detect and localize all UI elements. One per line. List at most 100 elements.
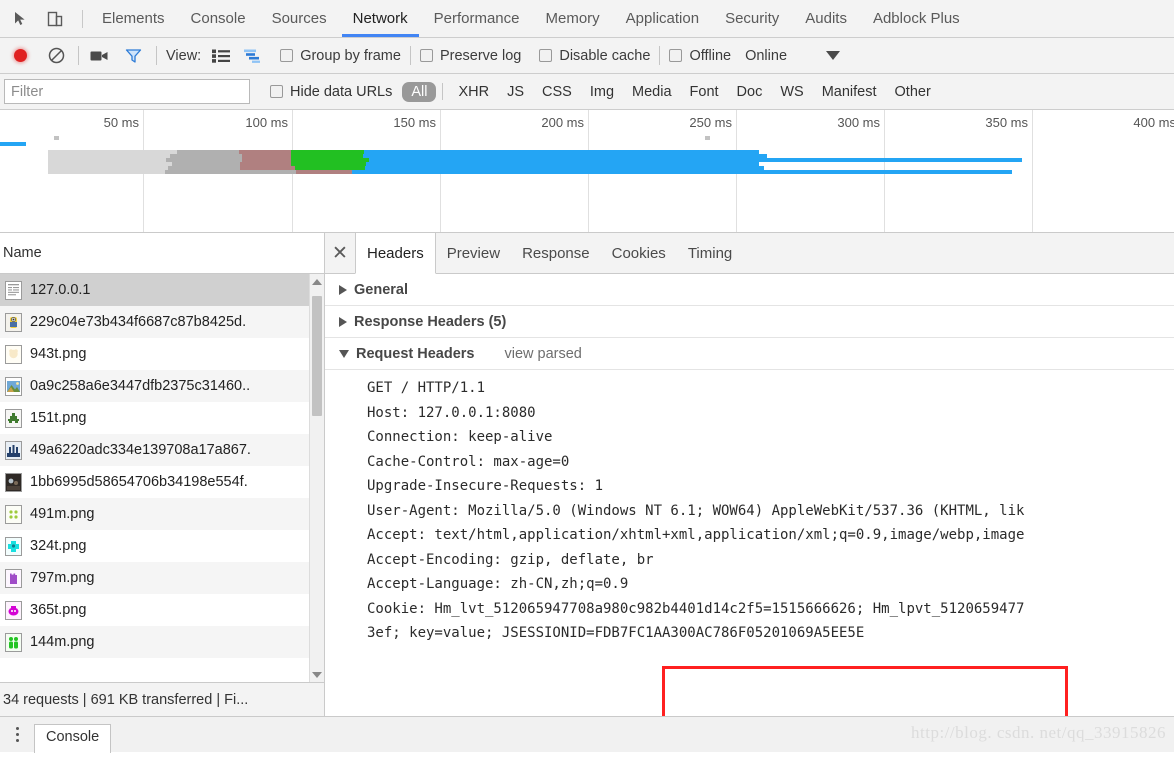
group-by-frame-checkbox[interactable]: Group by frame [280,48,401,64]
detail-tab-headers[interactable]: Headers [355,233,436,274]
request-row[interactable]: 1bb6995d58654706b34198e554f. [0,466,324,498]
request-summary-status: 34 requests | 691 KB transferred | Fi... [0,682,324,716]
header-line: Cache-Control: max-age=0 [367,453,570,470]
request-summary-text: 34 requests | 691 KB transferred | Fi... [3,691,249,708]
network-overview-timeline[interactable]: 50 ms 100 ms 150 ms 200 ms 250 ms 300 ms 350 m… [0,110,1174,233]
section-response-headers-title: Response Headers (5) [354,313,507,330]
checkbox-box [419,49,433,62]
request-row[interactable]: 0a9c258a6e3447dfb2375c31460.. [0,370,324,402]
raw-request-headers[interactable]: GET / HTTP/1.1 Host: 127.0.0.1:8080 Connec… [325,370,1174,646]
scroll-down-arrow-icon[interactable] [310,667,324,682]
camera-icon [90,51,107,60]
tab-elements[interactable]: Elements [89,0,178,37]
type-filter-other[interactable]: Other [886,82,940,102]
capture-screenshots-button[interactable] [88,45,110,67]
request-row[interactable]: 49a6220adc334e139708a17a867. [0,434,324,466]
section-response-headers[interactable]: Response Headers (5) [325,306,1174,338]
throttling-dropdown-button[interactable] [822,45,844,67]
tab-memory-label: Memory [545,10,600,27]
detail-tab-headers-label: Headers [367,244,424,262]
network-main-area: Name 127.0.0.1 229c04e73b434f6687c87b8425… [0,233,1174,716]
image-icon [5,312,22,332]
tab-security[interactable]: Security [712,0,792,37]
request-row[interactable]: 943t.png [0,338,324,370]
request-row[interactable]: 151t.png [0,402,324,434]
tab-adblock-plus[interactable]: Adblock Plus [860,0,973,37]
checkbox-box [539,49,553,62]
filter-input[interactable] [4,79,250,104]
type-filter-doc[interactable]: Doc [728,82,772,102]
type-filter-all[interactable]: All [402,81,437,102]
request-row[interactable]: 491m.png [0,498,324,530]
group-by-frame-label: Group by frame [300,47,401,64]
type-filter-js[interactable]: JS [498,82,533,102]
scroll-up-arrow-icon[interactable] [310,274,324,289]
request-list-header[interactable]: Name [0,233,324,274]
drawer-tab-console[interactable]: Console [34,723,112,753]
timeline-bar-row [0,170,1174,174]
request-list-scrollbar[interactable] [309,274,324,682]
request-row[interactable]: 324t.png [0,530,324,562]
type-filter-ws[interactable]: WS [771,82,812,102]
close-icon[interactable]: ✕ [325,233,355,273]
timeline-tick-label: 150 ms [393,115,436,130]
type-filter-img[interactable]: Img [581,82,623,102]
timeline-tick-label: 300 ms [837,115,880,130]
record-button[interactable] [9,45,31,67]
detail-tab-preview[interactable]: Preview [436,233,511,273]
header-line: GET / HTTP/1.1 [367,380,486,396]
detail-tab-response[interactable]: Response [511,233,601,273]
tab-audits[interactable]: Audits [792,0,860,37]
type-filter-font[interactable]: Font [681,82,728,102]
tab-network[interactable]: Network [340,0,421,37]
request-rows-container[interactable]: 127.0.0.1 229c04e73b434f6687c87b8425d. 943… [0,274,324,682]
request-row[interactable]: 229c04e73b434f6687c87b8425d. [0,306,324,338]
preserve-log-checkbox[interactable]: Preserve log [419,48,521,64]
request-row[interactable]: 144m.png [0,626,324,658]
tab-memory[interactable]: Memory [533,0,613,37]
type-filter-media[interactable]: Media [623,82,681,102]
hide-data-urls-checkbox[interactable]: Hide data URLs [270,84,392,100]
section-general[interactable]: General [325,274,1174,306]
scrollbar-thumb[interactable] [312,296,322,416]
toolbar-divider [82,9,83,28]
inspect-element-icon[interactable] [10,8,32,30]
tab-security-label: Security [725,10,780,27]
request-list-panel: Name 127.0.0.1 229c04e73b434f6687c87b8425… [0,233,325,716]
detail-tab-timing[interactable]: Timing [677,233,743,273]
tab-application-label: Application [625,10,700,27]
detail-tab-cookies[interactable]: Cookies [601,233,677,273]
type-filter-css[interactable]: CSS [533,82,581,102]
more-options-icon[interactable] [0,727,34,742]
headers-content: General Response Headers (5) Request Hea… [325,274,1174,716]
request-row[interactable]: 365t.png [0,594,324,626]
type-filter-xhr[interactable]: XHR [449,82,498,102]
image-icon [5,536,22,556]
drawer-tab-console-label: Console [46,728,100,745]
device-toolbar-icon[interactable] [44,8,66,30]
section-request-headers[interactable]: Request Headers view parsed [325,338,1174,370]
tab-sources[interactable]: Sources [259,0,340,37]
header-line: Accept-Encoding: gzip, deflate, br [367,551,654,568]
header-line: Host: 127.0.0.1:8080 [367,404,536,421]
request-row[interactable]: 127.0.0.1 [0,274,324,306]
disable-cache-checkbox[interactable]: Disable cache [539,48,650,64]
view-list-button[interactable] [210,45,232,67]
clear-icon [48,47,64,64]
tab-performance[interactable]: Performance [421,0,533,37]
view-waterfall-button[interactable] [242,45,264,67]
type-filter-manifest[interactable]: Manifest [813,82,886,102]
tab-audits-label: Audits [805,10,847,27]
view-parsed-link[interactable]: view parsed [504,346,581,362]
request-row[interactable]: 797m.png [0,562,324,594]
devtools-tab-bar: Elements Console Sources Network Perform… [0,0,1174,38]
column-header-name: Name [3,245,42,261]
caret-right-icon [339,284,347,295]
tab-application[interactable]: Application [613,0,712,37]
tab-console[interactable]: Console [178,0,259,37]
clear-button[interactable] [45,45,67,67]
filter-toggle-button[interactable] [122,45,144,67]
throttling-value[interactable]: Online [745,48,787,64]
request-row-name: 491m.png [30,506,95,522]
offline-checkbox[interactable]: Offline [669,48,731,64]
